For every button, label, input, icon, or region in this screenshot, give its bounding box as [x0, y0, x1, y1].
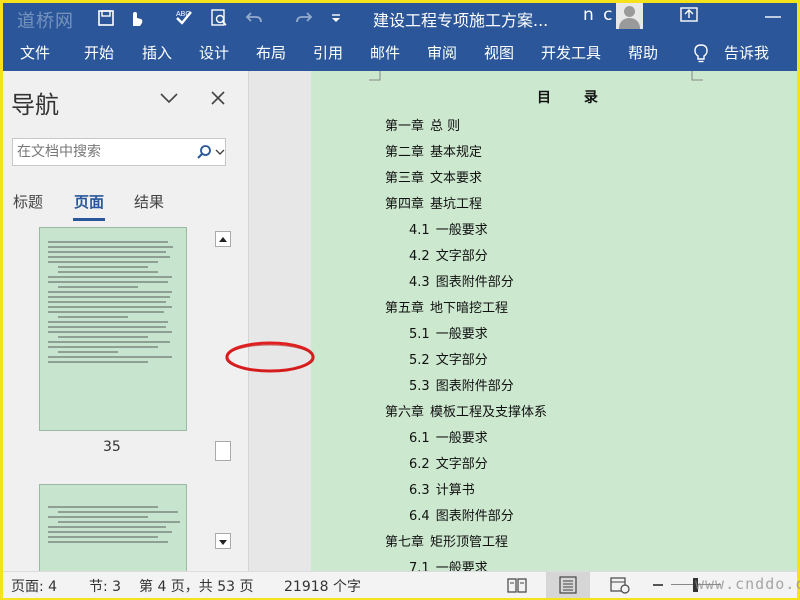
thumbnail-page-number: 35	[103, 439, 121, 455]
tab-headings[interactable]: 标题	[13, 191, 43, 212]
tab-review[interactable]: 审阅	[427, 42, 457, 63]
navigation-pane-title: 导航	[11, 91, 59, 119]
active-tab-indicator	[73, 218, 105, 221]
toc-title: 目 录	[537, 90, 612, 106]
redo-icon[interactable]	[293, 7, 315, 29]
scroll-up-button[interactable]	[215, 231, 231, 247]
minimize-icon[interactable]	[761, 5, 785, 25]
tab-mailings[interactable]: 邮件	[370, 42, 400, 63]
tab-design[interactable]: 设计	[199, 42, 229, 63]
close-icon[interactable]	[209, 89, 227, 107]
page-thumbnail[interactable]	[39, 484, 187, 574]
tab-references[interactable]: 引用	[313, 42, 343, 63]
toc-entry[interactable]: 5.1 一般要求	[409, 323, 488, 342]
tell-me-search[interactable]: 告诉我	[724, 42, 769, 63]
status-section[interactable]: 节: 3	[89, 576, 121, 596]
toc-entry[interactable]: 4.3 图表附件部分	[409, 271, 514, 290]
read-mode-icon[interactable]	[506, 575, 528, 595]
tab-developer[interactable]: 开发工具	[541, 42, 601, 63]
toc-entry[interactable]: 第五章 地下暗挖工程	[385, 297, 508, 316]
document-page[interactable]: 目 录 第一章总 则 第二章 基本规定 第三章 文本要求 第四章 基坑工程 4.1 一般…	[311, 71, 797, 576]
red-annotation-ellipse	[225, 341, 315, 373]
toc-entry[interactable]: 4.2 文字部分	[409, 245, 488, 264]
search-options-dropdown-icon[interactable]	[215, 147, 225, 157]
scrollbar-thumb[interactable]	[215, 441, 231, 461]
toc-entry[interactable]: 第二章 基本规定	[385, 141, 482, 160]
page-thumbnail[interactable]	[39, 227, 187, 431]
toc-entry[interactable]: 第三章 文本要求	[385, 167, 482, 186]
tab-layout[interactable]: 布局	[256, 42, 286, 63]
undo-icon[interactable]	[243, 7, 265, 29]
search-icon[interactable]	[196, 144, 212, 160]
document-canvas: 目 录 第一章总 则 第二章 基本规定 第三章 文本要求 第四章 基坑工程 4.1 一般…	[249, 71, 797, 576]
tab-view[interactable]: 视图	[484, 42, 514, 63]
ribbon-display-options-icon[interactable]	[679, 5, 699, 23]
print-layout-icon[interactable]	[557, 575, 579, 595]
toc-entry[interactable]: 4.1 一般要求	[409, 219, 488, 238]
tab-file[interactable]: 文件	[20, 42, 50, 63]
print-preview-icon[interactable]	[208, 7, 230, 29]
status-page[interactable]: 页面: 4	[11, 576, 57, 596]
title-bar: 道桥网 ABC 建设工程专项施工方案... n c	[3, 3, 797, 35]
document-title: 建设工程专项施工方案...	[373, 11, 549, 30]
lightbulb-icon[interactable]	[691, 43, 711, 65]
tab-results[interactable]: 结果	[134, 191, 164, 212]
user-name[interactable]: n c	[583, 5, 615, 25]
touch-mode-icon[interactable]	[125, 7, 147, 29]
site-watermark: www.cnddo.com	[695, 575, 800, 593]
chevron-down-icon[interactable]	[158, 89, 180, 107]
toc-entry[interactable]: 5.3 图表附件部分	[409, 375, 514, 394]
status-word-count[interactable]: 21918 个字	[284, 576, 361, 596]
tab-pages[interactable]: 页面	[74, 191, 104, 212]
corner-crop-mark	[369, 71, 381, 81]
avatar[interactable]	[616, 3, 643, 29]
tab-help[interactable]: 帮助	[628, 42, 658, 63]
corner-crop-mark	[691, 71, 703, 81]
ribbon-tabs: 文件 开始 插入 设计 布局 引用 邮件 审阅 视图 开发工具 帮助 告诉我	[3, 35, 797, 71]
web-layout-icon[interactable]	[609, 575, 631, 595]
site-logo-watermark: 道桥网	[17, 11, 74, 32]
toc-entry[interactable]: 第一章总 则	[385, 115, 460, 134]
toc-entry[interactable]: 6.1 一般要求	[409, 427, 488, 446]
status-page-of[interactable]: 第 4 页，共 53 页	[139, 576, 254, 596]
status-bar: 页面: 4 节: 3 第 4 页，共 53 页 21918 个字 www.cnd…	[3, 571, 800, 598]
spelling-check-icon[interactable]: ABC	[173, 7, 195, 29]
toc-entry[interactable]: 6.2 文字部分	[409, 453, 488, 472]
toc-entry[interactable]: 6.4 图表附件部分	[409, 505, 514, 524]
tab-insert[interactable]: 插入	[142, 42, 172, 63]
scroll-down-button[interactable]	[215, 533, 231, 549]
toc-entry[interactable]: 第六章 模板工程及支撑体系	[385, 401, 547, 420]
toc-entry[interactable]: 5.2 文字部分	[409, 349, 488, 368]
toc-entry[interactable]: 第七章 矩形顶管工程	[385, 531, 508, 550]
customize-toolbar-icon[interactable]	[325, 7, 347, 29]
tab-home[interactable]: 开始	[84, 42, 114, 63]
svg-text:ABC: ABC	[176, 11, 190, 18]
zoom-out-button[interactable]	[653, 584, 663, 586]
thumbnail-scrollbar[interactable]	[213, 227, 233, 554]
navigation-pane: 导航 标题 页面 结果 35	[3, 71, 249, 574]
search-box	[12, 138, 226, 166]
search-input[interactable]	[17, 141, 187, 163]
save-icon[interactable]	[95, 7, 117, 29]
toc-entry[interactable]: 第四章 基坑工程	[385, 193, 482, 212]
toc-entry[interactable]: 6.3 计算书	[409, 479, 475, 498]
